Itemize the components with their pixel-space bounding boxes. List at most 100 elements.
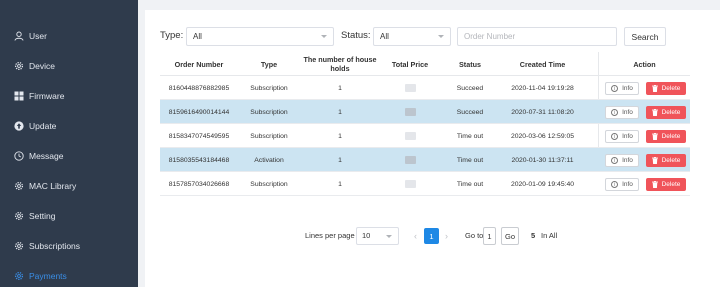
cell-order-number: 8158347074549595 [168,132,230,140]
goto-page-input[interactable]: 1 [483,227,496,245]
sidebar-item-payments[interactable]: Payments [0,265,138,287]
table-row[interactable]: 8157857034026668 Subscription 1 Time out 202… [160,172,690,196]
cell-order-number: 8158035543184468 [168,156,230,164]
cell-total-price [380,76,440,100]
cell-status: Succeed [456,108,484,116]
page-button-current[interactable]: 1 [424,228,439,244]
info-button[interactable]: i Info [605,82,639,95]
header-total-price: Total Price [391,59,429,69]
cell-order-number: 8160448876882985 [168,84,230,92]
sidebar-item-label: Payments [29,271,67,281]
trash-icon [651,133,658,140]
gear-icon [13,270,25,282]
trash-icon [651,157,658,164]
sidebar-item-label: User [29,31,47,41]
search-button[interactable]: Search [624,27,666,46]
grid-icon [13,90,25,102]
upload-icon [13,120,25,132]
info-button[interactable]: i Info [605,106,639,119]
table-row[interactable]: 8158035543184468 Activation 1 Time out 2020-… [160,148,690,172]
delete-button-label: Delete [661,157,681,164]
info-button-label: Info [622,85,633,92]
info-icon: i [611,181,619,188]
gear-icon [13,180,25,192]
price-placeholder [404,180,416,188]
cell-house-holds: 1 [338,156,342,164]
info-button[interactable]: i Info [605,130,639,143]
delete-button-label: Delete [661,109,681,116]
cell-status: Time out [456,180,484,188]
main-area: Type: All Status: All Search Order Numbe… [138,0,720,287]
gear-icon [13,210,25,222]
prev-page-icon[interactable]: ‹ [409,228,422,244]
delete-button-label: Delete [661,85,681,92]
sidebar-item-firmware[interactable]: Firmware [0,85,138,107]
cell-status: Time out [456,132,484,140]
info-icon: i [611,157,619,164]
clock-icon [13,150,25,162]
cell-total-price [380,100,440,124]
info-button-label: Info [622,181,633,188]
sidebar-item-message[interactable]: Message [0,145,138,167]
chevron-down-icon [386,235,392,238]
sidebar-item-device[interactable]: Device [0,55,138,77]
status-label: Status: [341,30,371,41]
type-select[interactable]: All [186,27,334,46]
delete-button[interactable]: Delete [646,82,686,95]
cell-house-holds: 1 [338,84,342,92]
sidebar-item-setting[interactable]: Setting [0,205,138,227]
table-row[interactable]: 8158347074549595 Subscription 1 Time out 202… [160,124,690,148]
price-placeholder [404,156,416,164]
delete-button[interactable]: Delete [646,178,686,191]
info-button-label: Info [622,109,633,116]
sidebar-item-update[interactable]: Update [0,115,138,137]
price-placeholder [404,108,416,116]
header-created-time: Created Time [519,59,566,69]
go-button[interactable]: Go [501,227,519,245]
cell-created-time: 2020-01-30 11:37:11 [511,156,574,164]
info-icon: i [611,109,619,116]
type-select-value: All [193,32,202,41]
cell-order-number: 8159616490014144 [168,108,230,116]
order-number-input[interactable] [457,27,617,46]
content-card: Type: All Status: All Search Order Numbe… [145,10,720,287]
table-row[interactable]: 8159616490014144 Subscription 1 Succeed 2020… [160,100,690,124]
cell-type: Activation [254,156,284,164]
cell-total-price [380,172,440,196]
info-button[interactable]: i Info [605,178,639,191]
gear-icon [13,240,25,252]
header-house-holds: The number of house holds [303,55,377,73]
sidebar-item-user[interactable]: User [0,25,138,47]
chevron-down-icon [321,35,327,38]
sidebar-item-label: MAC Library [29,181,77,191]
trash-icon [651,181,658,188]
lines-per-page-select[interactable]: 10 [356,227,399,245]
table-body: 8160448876882985 Subscription 1 Succeed 2020… [160,76,690,196]
delete-button[interactable]: Delete [646,106,686,119]
delete-button-label: Delete [661,133,681,140]
cell-type: Subscription [250,132,288,140]
cell-house-holds: 1 [338,132,342,140]
info-icon: i [611,85,619,92]
info-button[interactable]: i Info [605,154,639,167]
delete-button-label: Delete [661,181,681,188]
delete-button[interactable]: Delete [646,154,686,167]
delete-button[interactable]: Delete [646,130,686,143]
filter-bar: Type: All Status: All Search [145,27,720,47]
cell-type: Subscription [250,180,288,188]
next-page-icon[interactable]: › [440,228,453,244]
sidebar-item-label: Device [29,61,55,71]
total-suffix: In All [541,231,558,240]
cell-total-price [380,148,440,172]
sidebar: User Device Firmware Update Message MAC Libra… [0,0,138,287]
sidebar-item-mac-library[interactable]: MAC Library [0,175,138,197]
goto-label: Go to [465,231,484,240]
cell-total-price [380,124,440,148]
status-select[interactable]: All [373,27,451,46]
status-select-value: All [380,32,389,41]
cell-created-time: 2020-11-04 19:19:28 [511,84,574,92]
header-action: Action [633,59,656,69]
table-row[interactable]: 8160448876882985 Subscription 1 Succeed 2020… [160,76,690,100]
sidebar-item-label: Message [29,151,64,161]
sidebar-item-subscriptions[interactable]: Subscriptions [0,235,138,257]
